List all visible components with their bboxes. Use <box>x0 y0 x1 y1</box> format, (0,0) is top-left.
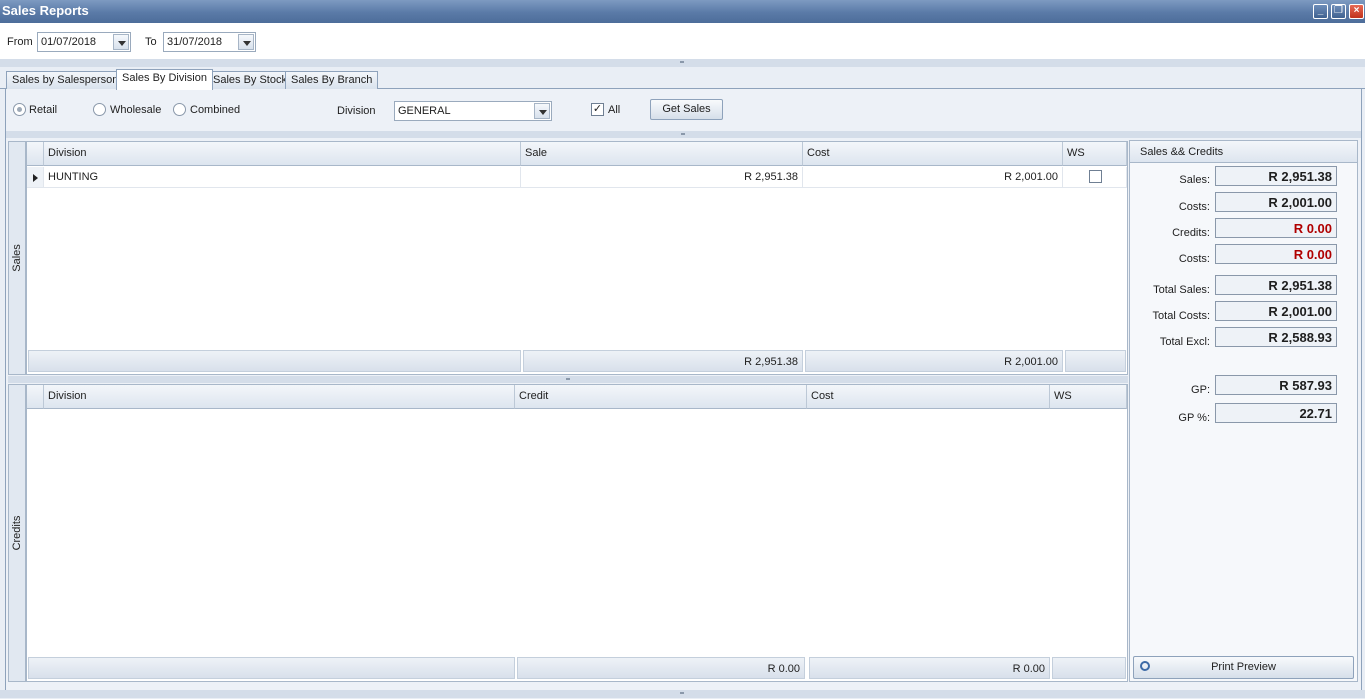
column-header-division[interactable]: Division <box>44 142 521 166</box>
column-header-division[interactable]: Division <box>44 385 515 409</box>
division-label: Division <box>337 105 376 117</box>
combined-label: Combined <box>190 104 241 116</box>
division-select[interactable]: GENERAL <box>394 101 552 121</box>
from-date-value: 01/07/2018 <box>41 36 97 48</box>
footer-credit-total: R 0.00 <box>517 657 805 679</box>
column-header-cost[interactable]: Cost <box>807 385 1050 409</box>
credits-grid[interactable]: Division Credit Cost WS R 0.00 R 0.00 <box>26 384 1128 682</box>
row-header-corner <box>27 142 44 166</box>
print-preview-label: Print Preview <box>1211 661 1276 673</box>
magnifier-icon <box>1140 661 1150 671</box>
column-header-credit[interactable]: Credit <box>515 385 807 409</box>
footer-division <box>28 350 521 372</box>
grid-splitter[interactable] <box>8 376 1128 383</box>
to-date-value: 31/07/2018 <box>167 36 223 48</box>
row-header-corner <box>27 385 44 409</box>
chevron-down-icon[interactable] <box>113 34 129 50</box>
total-costs-value[interactable]: R 2,001.00 <box>1215 301 1337 321</box>
credits-side-tab[interactable]: Credits <box>8 384 26 682</box>
ws-checkbox[interactable] <box>1089 170 1102 183</box>
sales-side-tab[interactable]: Sales <box>8 141 26 375</box>
table-cell-ws[interactable] <box>1063 167 1127 188</box>
gp-percent-value[interactable]: 22.71 <box>1215 403 1337 423</box>
total-excl-value[interactable]: R 2,588.93 <box>1215 327 1337 347</box>
tab-sales-by-stock[interactable]: Sales By Stock <box>207 71 293 89</box>
chevron-down-icon[interactable] <box>534 103 550 119</box>
all-label: All <box>608 104 621 116</box>
credits-side-label: Credits <box>11 515 23 551</box>
column-header-cost[interactable]: Cost <box>803 142 1063 166</box>
column-header-ws[interactable]: WS <box>1050 385 1127 409</box>
wholesale-label: Wholesale <box>110 104 162 116</box>
minimize-icon[interactable]: _ <box>1313 4 1328 19</box>
row-pointer-icon <box>33 174 38 182</box>
credit-costs-label: Costs: <box>1178 253 1210 265</box>
all-checkbox[interactable]: ✓ <box>591 103 604 116</box>
window-title: Sales Reports <box>2 3 89 18</box>
sales-grid[interactable]: Division Sale Cost WS HUNTING R 2,951.38… <box>26 141 1128 375</box>
total-sales-label: Total Sales: <box>1153 284 1210 296</box>
restore-icon[interactable]: ❐ <box>1331 4 1346 19</box>
sales-value[interactable]: R 2,951.38 <box>1215 166 1337 186</box>
gp-value[interactable]: R 587.93 <box>1215 375 1337 395</box>
from-label: From <box>7 36 33 48</box>
gp-label: GP: <box>1191 384 1210 396</box>
column-header-ws[interactable]: WS <box>1063 142 1127 166</box>
costs-value[interactable]: R 2,001.00 <box>1215 192 1337 212</box>
bottom-splitter[interactable] <box>0 690 1365 698</box>
sales-credits-panel: Sales && Credits Sales: R 2,951.38 Costs… <box>1129 140 1358 682</box>
wholesale-radio[interactable] <box>93 103 106 116</box>
filter-splitter[interactable] <box>6 131 1361 138</box>
table-cell-division[interactable]: HUNTING <box>44 167 521 188</box>
report-tabs: Sales by Salesperson Sales By Division S… <box>0 67 1365 90</box>
tab-sales-by-branch[interactable]: Sales By Branch <box>285 71 379 89</box>
footer-cost-total: R 0.00 <box>809 657 1050 679</box>
top-splitter[interactable] <box>0 59 1365 67</box>
get-sales-button[interactable]: Get Sales <box>650 99 723 120</box>
footer-division <box>28 657 515 679</box>
title-bar: Sales Reports _ ❐ × <box>0 0 1365 23</box>
gp-percent-label: GP %: <box>1178 412 1210 424</box>
to-date-picker[interactable]: 31/07/2018 <box>163 32 256 52</box>
footer-ws <box>1052 657 1126 679</box>
footer-sale-total: R 2,951.38 <box>523 350 803 372</box>
retail-label: Retail <box>29 104 58 116</box>
total-sales-value[interactable]: R 2,951.38 <box>1215 275 1337 295</box>
footer-cost-total: R 2,001.00 <box>805 350 1063 372</box>
sales-label: Sales: <box>1179 174 1210 186</box>
column-header-sale[interactable]: Sale <box>521 142 803 166</box>
date-range-bar: From 01/07/2018 To 31/07/2018 <box>0 23 1365 61</box>
credit-costs-value[interactable]: R 0.00 <box>1215 244 1337 264</box>
costs-label: Costs: <box>1178 201 1210 213</box>
sales-side-label: Sales <box>11 244 23 272</box>
panel-title: Sales && Credits <box>1130 141 1357 163</box>
chevron-down-icon[interactable] <box>238 34 254 50</box>
to-label: To <box>145 36 157 48</box>
credits-label: Credits: <box>1172 227 1210 239</box>
table-cell-sale[interactable]: R 2,951.38 <box>521 167 803 188</box>
table-cell-cost[interactable]: R 2,001.00 <box>803 167 1063 188</box>
print-preview-button[interactable]: Print Preview <box>1133 656 1354 679</box>
from-date-picker[interactable]: 01/07/2018 <box>37 32 131 52</box>
tab-sales-by-salesperson[interactable]: Sales by Salesperson <box>6 71 125 89</box>
footer-ws <box>1065 350 1126 372</box>
division-value: GENERAL <box>398 105 451 117</box>
total-excl-label: Total Excl: <box>1159 336 1210 348</box>
row-indicator[interactable] <box>27 167 44 188</box>
tab-sales-by-division[interactable]: Sales By Division <box>116 69 213 90</box>
credits-value[interactable]: R 0.00 <box>1215 218 1337 238</box>
retail-radio[interactable] <box>13 103 26 116</box>
close-icon[interactable]: × <box>1349 4 1364 19</box>
combined-radio[interactable] <box>173 103 186 116</box>
total-costs-label: Total Costs: <box>1152 310 1210 322</box>
